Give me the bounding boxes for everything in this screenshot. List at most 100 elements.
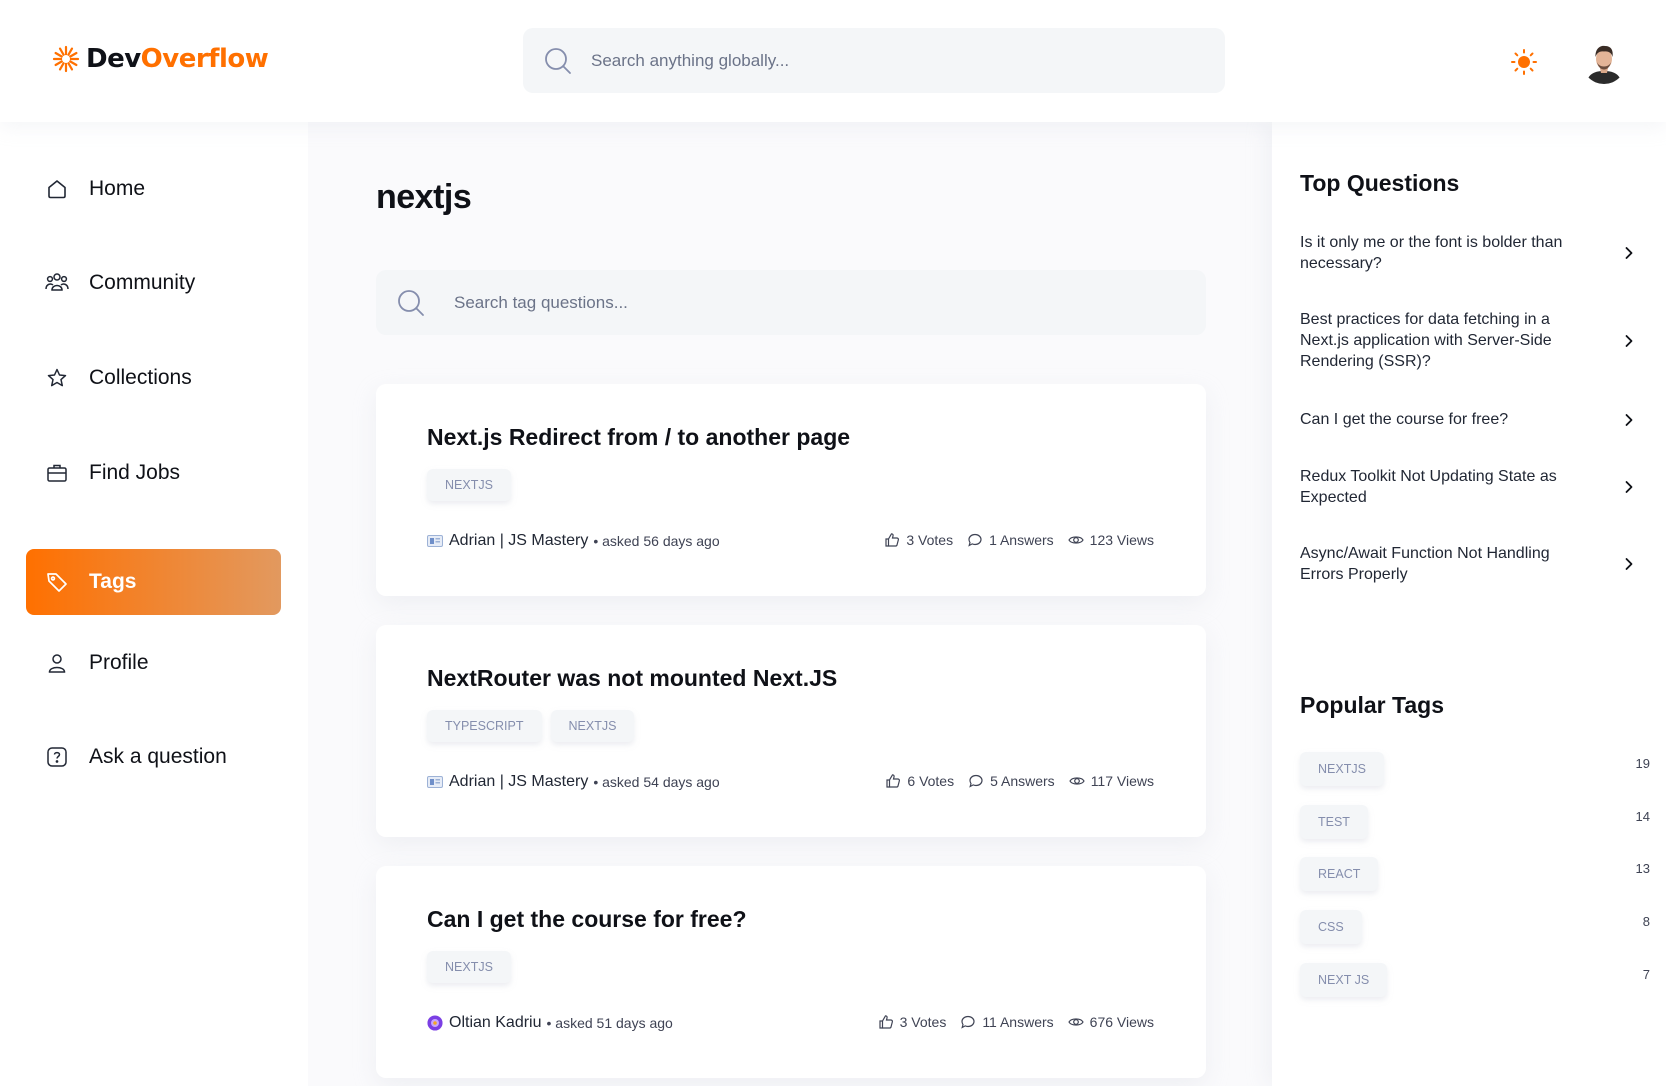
author-name[interactable]: Oltian Kadriu: [449, 1014, 542, 1032]
question-card: Next.js Redirect from / to another page …: [376, 384, 1206, 596]
question-title[interactable]: Can I get the course for free?: [427, 906, 747, 933]
search-icon: [398, 289, 424, 316]
tag-question-count: 8: [1642, 913, 1650, 929]
sunburst-logo-icon: [52, 45, 80, 73]
sidebar-item-find-jobs[interactable]: Find Jobs: [26, 440, 281, 506]
answers-count: 11 Answers: [982, 1014, 1054, 1030]
top-question-item[interactable]: Best practices for data fetching in a Ne…: [1300, 309, 1648, 372]
sidebar-item-tags[interactable]: Tags: [26, 549, 281, 615]
tag-search-input[interactable]: [454, 292, 1014, 313]
tag-icon: [44, 569, 70, 595]
logo[interactable]: DevOverflow: [52, 44, 269, 74]
briefcase-icon: [44, 460, 70, 486]
tag-badge[interactable]: NEXTJS: [427, 951, 511, 983]
tag-badge[interactable]: NEXTJS: [427, 469, 511, 501]
logo-text-dev: Dev: [86, 44, 141, 74]
answers-stat: 5 Answers: [968, 773, 1055, 789]
sidebar-item-home[interactable]: Home: [26, 156, 281, 222]
question-title[interactable]: NextRouter was not mounted Next.JS: [427, 665, 837, 692]
popular-tag-item: NEXT JS 7: [1300, 963, 1650, 997]
sidebar-item-label: Home: [89, 177, 146, 200]
answers-count: 1 Answers: [989, 532, 1054, 548]
eye-icon: [1067, 536, 1084, 544]
votes-stat: 3 Votes: [884, 532, 953, 548]
top-question-item[interactable]: Can I get the course for free?: [1300, 409, 1648, 430]
top-question-item[interactable]: Redux Toolkit Not Updating State as Expe…: [1300, 466, 1648, 508]
logo-text: DevOverflow: [86, 44, 269, 74]
user-avatar[interactable]: [1582, 40, 1626, 84]
question-tags: TYPESCRIPT NEXTJS: [427, 710, 635, 742]
eye-icon: [1069, 777, 1085, 785]
navbar: DevOverflow: [0, 0, 1666, 122]
chevron-right-icon: [1625, 481, 1633, 493]
views-stat: 676 Views: [1067, 1014, 1154, 1030]
message-icon: [969, 774, 983, 788]
sidebar-item-community[interactable]: Community: [26, 250, 281, 316]
right-sidebar: Top Questions Is it only me or the font …: [1272, 122, 1666, 1086]
popular-tag-item: NEXTJS 19: [1300, 752, 1650, 786]
sidebar-item-profile[interactable]: Profile: [26, 630, 281, 696]
popular-tag-item: TEST 14: [1300, 805, 1650, 839]
tag-search-bar[interactable]: [376, 270, 1206, 335]
eye-icon: [1067, 1018, 1084, 1026]
theme-toggle-button[interactable]: [1508, 46, 1540, 78]
tag-badge[interactable]: NEXTJS: [550, 710, 635, 742]
views-count: 123 Views: [1089, 532, 1154, 548]
tag-question-count: 14: [1635, 808, 1650, 824]
tag-badge[interactable]: CSS: [1300, 910, 1362, 944]
popular-tags-heading: Popular Tags: [1300, 692, 1444, 718]
home-icon: [44, 176, 70, 202]
chevron-right-icon: [1625, 413, 1633, 426]
votes-count: 3 Votes: [906, 532, 954, 548]
question-tags: NEXTJS: [427, 469, 511, 501]
logo-text-overflow: Overflow: [140, 44, 269, 74]
question-title[interactable]: Next.js Redirect from / to another page: [427, 424, 850, 451]
tag-badge[interactable]: TEST: [1300, 805, 1368, 839]
top-question-item[interactable]: Is it only me or the font is bolder than…: [1300, 232, 1648, 274]
user-icon: [44, 650, 70, 676]
author-avatar-icon: [427, 533, 443, 549]
global-search-input[interactable]: [591, 50, 1151, 71]
tag-badge[interactable]: REACT: [1300, 857, 1379, 891]
top-question-item[interactable]: Async/Await Function Not Handling Errors…: [1300, 543, 1648, 585]
top-question-text: Is it only me or the font is bolder than…: [1300, 234, 1563, 272]
asked-time: • asked 54 days ago: [593, 774, 720, 790]
sidebar-item-label: Profile: [89, 651, 149, 674]
popular-tag-item: REACT 13: [1300, 857, 1650, 891]
chevron-right-icon: [1625, 558, 1633, 570]
thumbs-up-icon: [885, 533, 900, 547]
star-icon: [44, 365, 70, 391]
answers-count: 5 Answers: [990, 773, 1055, 789]
thumbs-up-icon: [886, 774, 901, 788]
author-name[interactable]: Adrian | JS Mastery: [449, 773, 588, 791]
popular-tag-item: CSS 8: [1300, 910, 1650, 944]
views-count: 676 Views: [1089, 1014, 1154, 1030]
tag-question-count: 19: [1635, 755, 1650, 771]
tag-question-count: 7: [1642, 966, 1650, 982]
question-stats: 3 Votes 1 Answers 123 Views: [884, 532, 1154, 548]
sun-icon: [1511, 49, 1537, 75]
sidebar-item-collections[interactable]: Collections: [26, 345, 281, 411]
views-stat: 117 Views: [1069, 773, 1154, 789]
author-avatar-icon: [427, 1015, 443, 1031]
global-search-bar[interactable]: [523, 28, 1225, 93]
tag-badge[interactable]: NEXTJS: [1300, 752, 1384, 786]
author-name[interactable]: Adrian | JS Mastery: [449, 532, 588, 550]
sidebar-item-label: Tags: [89, 570, 137, 593]
question-card: NextRouter was not mounted Next.JS TYPES…: [376, 625, 1206, 837]
page-title: nextjs: [376, 178, 472, 216]
tag-badge[interactable]: NEXT JS: [1300, 963, 1388, 997]
author-avatar-icon: [427, 774, 443, 790]
sidebar-item-label: Community: [89, 271, 196, 294]
question-tags: NEXTJS: [427, 951, 511, 983]
question-card: Can I get the course for free? NEXTJS Ol…: [376, 866, 1206, 1078]
sidebar-item-ask-question[interactable]: Ask a question: [26, 724, 281, 790]
answers-stat: 11 Answers: [960, 1014, 1054, 1030]
chevron-right-icon: [1625, 247, 1633, 259]
question-meta: Adrian | JS Mastery • asked 56 days ago: [427, 532, 720, 550]
tag-badge[interactable]: TYPESCRIPT: [427, 710, 542, 742]
sidebar-item-label: Find Jobs: [89, 461, 181, 484]
question-meta: Adrian | JS Mastery • asked 54 days ago: [427, 773, 720, 791]
tag-question-count: 13: [1635, 860, 1650, 876]
main-content: nextjs Next.js Redirect from / to anothe…: [308, 122, 1272, 1086]
